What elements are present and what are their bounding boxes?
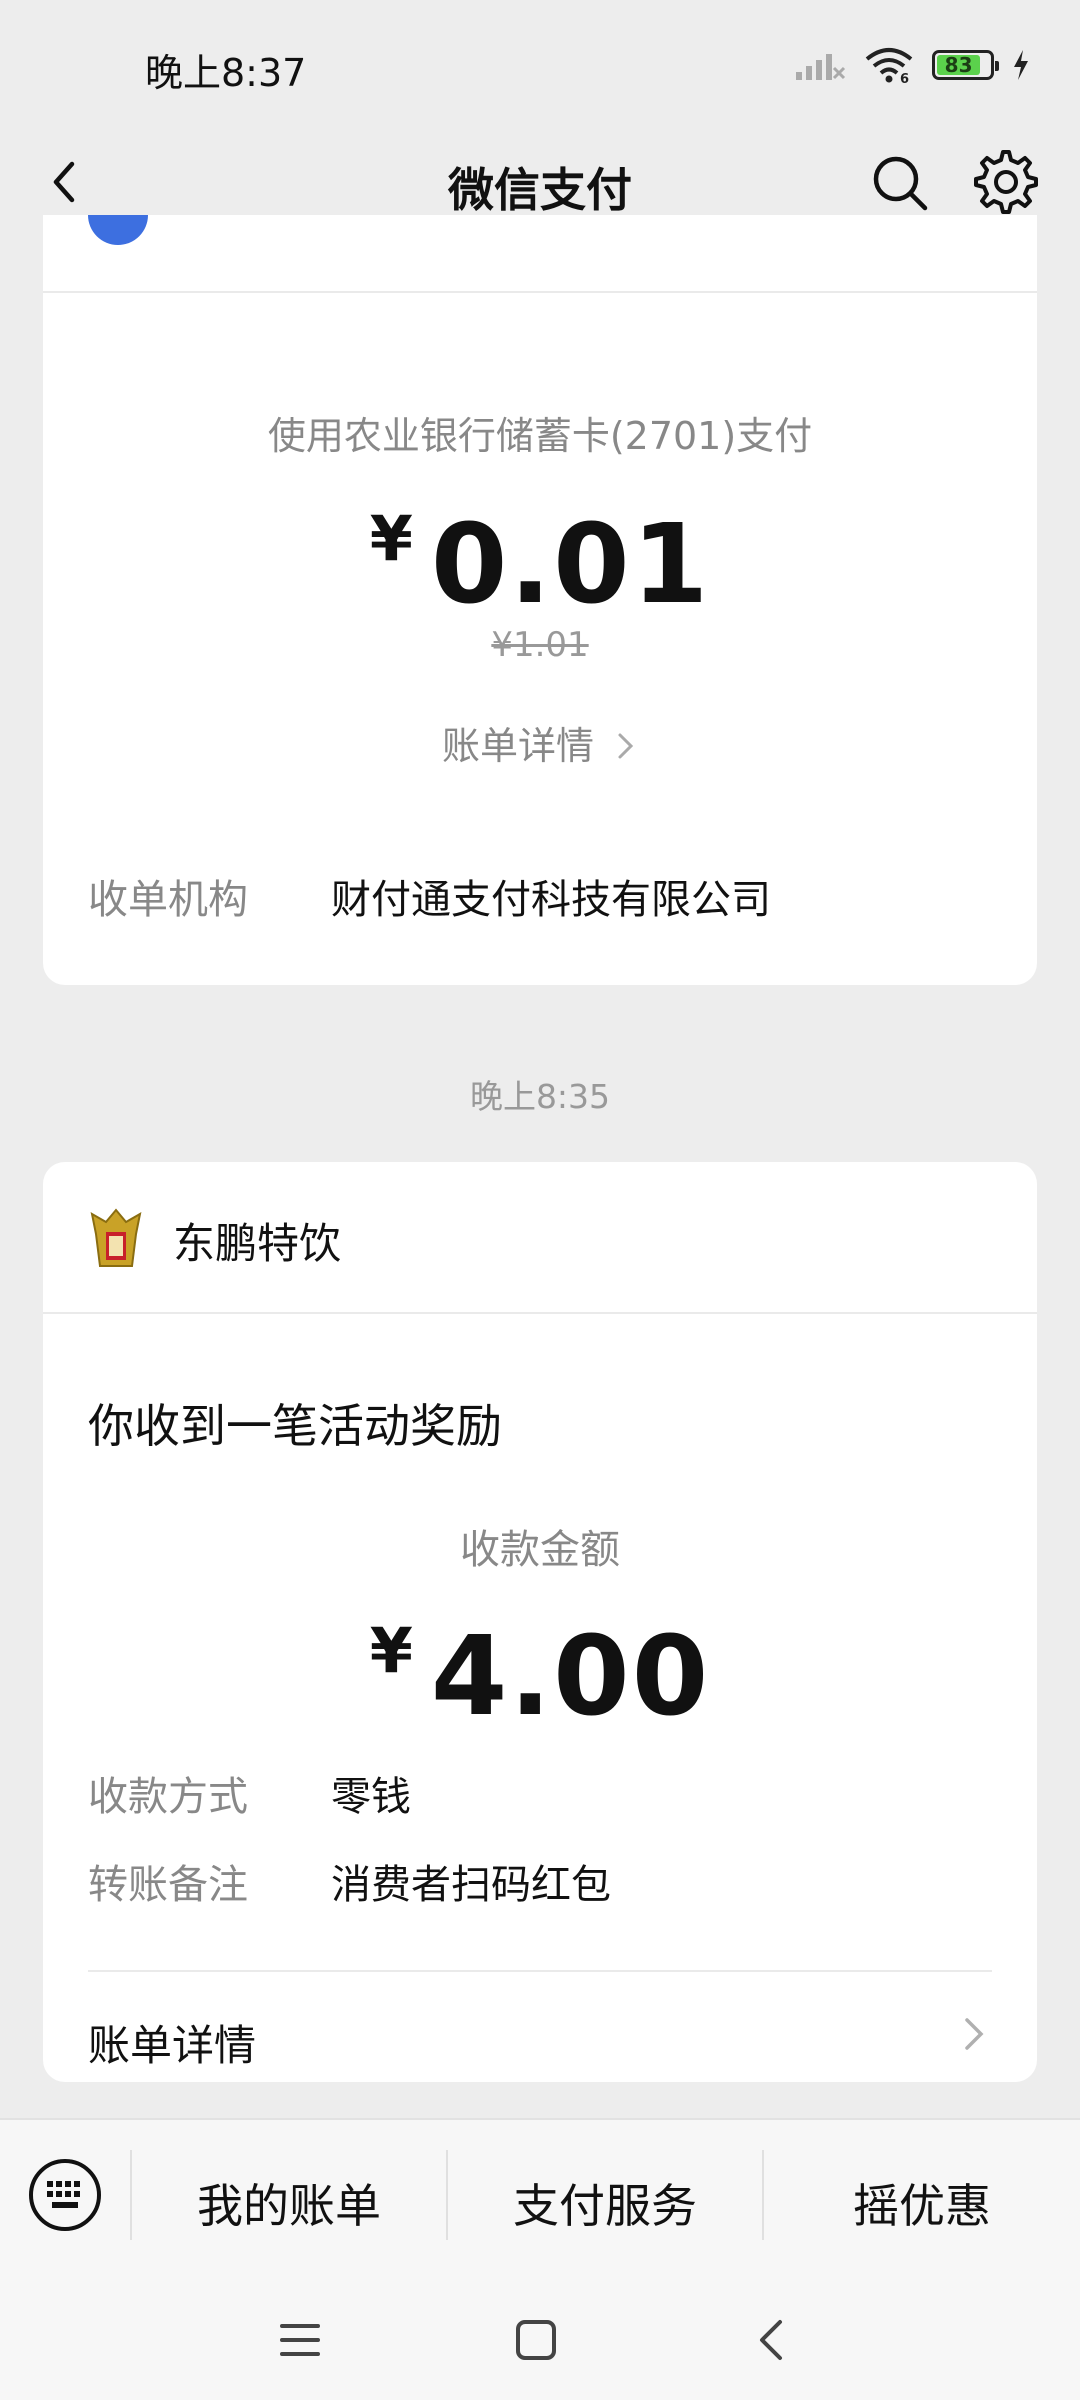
status-bar: 晚上8:37 6 83 [0,0,1080,130]
method-value: 零钱 [331,1774,411,1820]
wifi-icon: 6 [865,48,913,84]
bill-detail-link[interactable]: 账单详情 [43,715,1037,770]
reward-amount: ¥4.00 [43,1612,1037,1740]
chevron-right-icon [618,733,634,759]
cellular-signal-icon [796,54,846,80]
amount-value: 0.01 [430,500,711,628]
dongpeng-logo-icon [90,1208,142,1267]
reward-card[interactable]: 东鹏特饮 你收到一笔活动奖励 收款金额 ¥4.00 收款方式 零钱 转账备注 消… [43,1162,1037,2082]
gear-icon[interactable] [970,146,1042,218]
currency-symbol: ¥ [369,1614,413,1687]
currency-symbol: ¥ [369,502,413,575]
status-icons: 6 83 [794,46,1030,84]
charging-bolt-icon [1014,50,1028,80]
acquirer-label: 收单机构 [88,877,248,923]
battery-level: 83 [937,53,981,77]
pay-method-text: 使用农业银行储蓄卡(2701)支付 [267,414,813,458]
chevron-right-icon[interactable] [955,2010,995,2058]
bottom-menu: 我的账单 支付服务 摇优惠 [0,2118,1080,2278]
divider [88,1970,992,1972]
amount-value: 4.00 [430,1612,711,1740]
menu-lines-icon[interactable] [272,2312,328,2368]
battery-icon: 83 [932,50,999,80]
note-value: 消费者扫码红包 [331,1862,611,1908]
home-square-icon[interactable] [508,2312,564,2368]
method-label: 收款方式 [88,1774,248,1820]
system-navigation-bar [0,2278,1080,2400]
acquirer-value: 财付通支付科技有限公司 [331,877,771,923]
merchant-avatar [88,215,148,245]
divider [43,291,1037,293]
reward-title: 你收到一笔活动奖励 [88,1399,502,1453]
status-time: 晚上8:37 [145,51,307,95]
bill-detail-row[interactable]: 账单详情 [88,2012,256,2073]
menu-payment-services[interactable]: 支付服务 [448,2170,762,2236]
menu-my-bills[interactable]: 我的账单 [132,2170,446,2236]
search-icon[interactable] [865,148,935,218]
bill-detail-label: 账单详情 [441,724,594,768]
payment-amount: ¥0.01 [43,500,1037,628]
receive-amount-label: 收款金额 [460,1527,620,1573]
original-price: ¥1.01 [491,625,589,665]
keyboard-toggle-icon[interactable] [28,2158,102,2232]
merchant-name: 东鹏特饮 [173,1219,342,1268]
divider [43,1312,1037,1314]
menu-shake-deals[interactable]: 摇优惠 [764,2170,1080,2236]
note-label: 转账备注 [88,1862,248,1908]
svg-text:6: 6 [900,72,909,84]
payment-card[interactable]: 使用农业银行储蓄卡(2701)支付 ¥0.01 ¥1.01 账单详情 收单机构 … [43,215,1037,985]
message-timestamp: 晚上8:35 [469,1077,611,1116]
merchant-header[interactable]: 东鹏特饮 [43,1162,1037,1312]
back-triangle-icon[interactable] [744,2312,800,2368]
